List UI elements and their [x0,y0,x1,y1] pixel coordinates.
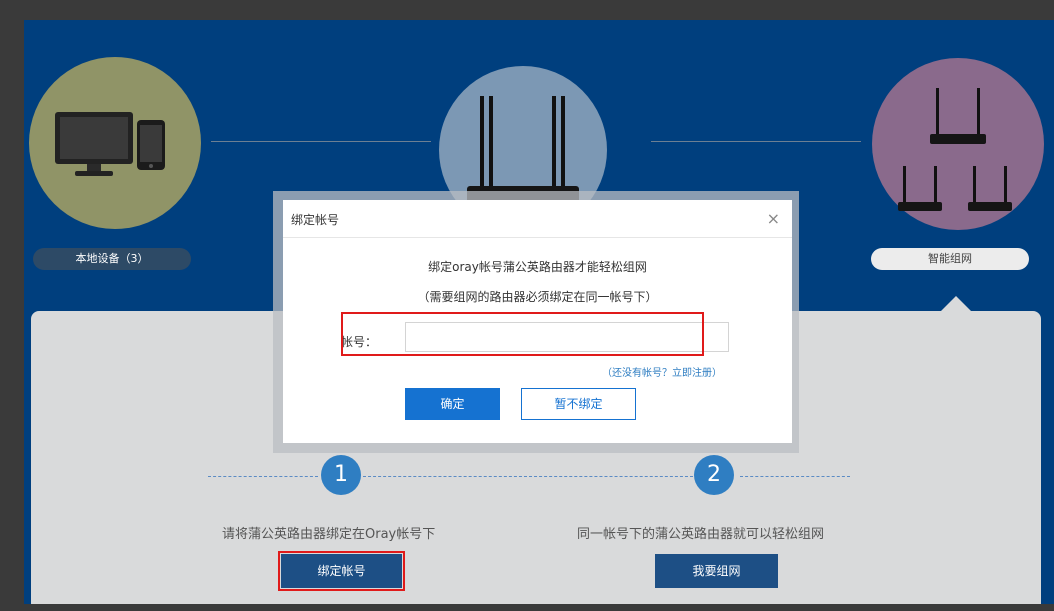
confirm-button[interactable]: 确定 [405,388,500,420]
three-routers-icon [898,88,1012,211]
step-2-caption: 同一帐号下的蒲公英路由器就可以轻松组网 [577,527,825,542]
close-icon[interactable]: × [767,209,780,228]
account-input[interactable] [405,322,729,352]
step-1-badge: 1 [321,455,361,495]
step-connector-right [740,476,850,477]
bind-account-button[interactable]: 绑定帐号 [278,551,405,591]
step-connector-middle [363,476,693,477]
skip-binding-button[interactable]: 暂不绑定 [521,388,636,420]
register-link[interactable]: （还没有帐号？立即注册） [602,364,722,379]
dialog-message: 绑定oray帐号蒲公英路由器才能轻松组网 [428,260,647,274]
mesh-circle [872,58,1044,230]
connector-line-right [651,141,861,142]
local-devices-circle [29,57,201,229]
step-connector-left [208,476,318,477]
dialog-header: 绑定帐号 × [283,200,792,238]
local-devices-label[interactable]: 本地设备（3） [33,248,191,270]
smart-mesh-label[interactable]: 智能组网 [871,248,1029,270]
computer-and-tablet-icon [55,112,165,176]
dialog-note: （需要组网的路由器必须绑定在同一帐号下） [417,290,658,304]
connector-line-left [211,141,431,142]
start-mesh-button[interactable]: 我要组网 [655,554,778,588]
dialog-title: 绑定帐号 [291,213,340,227]
step-1-caption: 请将蒲公英路由器绑定在Oray帐号下 [222,527,436,542]
account-label: 帐号： [341,335,378,349]
step-2-badge: 2 [694,455,734,495]
panel-pointer [940,296,972,312]
bind-account-dialog: 绑定帐号 × 绑定oray帐号蒲公英路由器才能轻松组网 （需要组网的路由器必须绑… [283,200,792,443]
